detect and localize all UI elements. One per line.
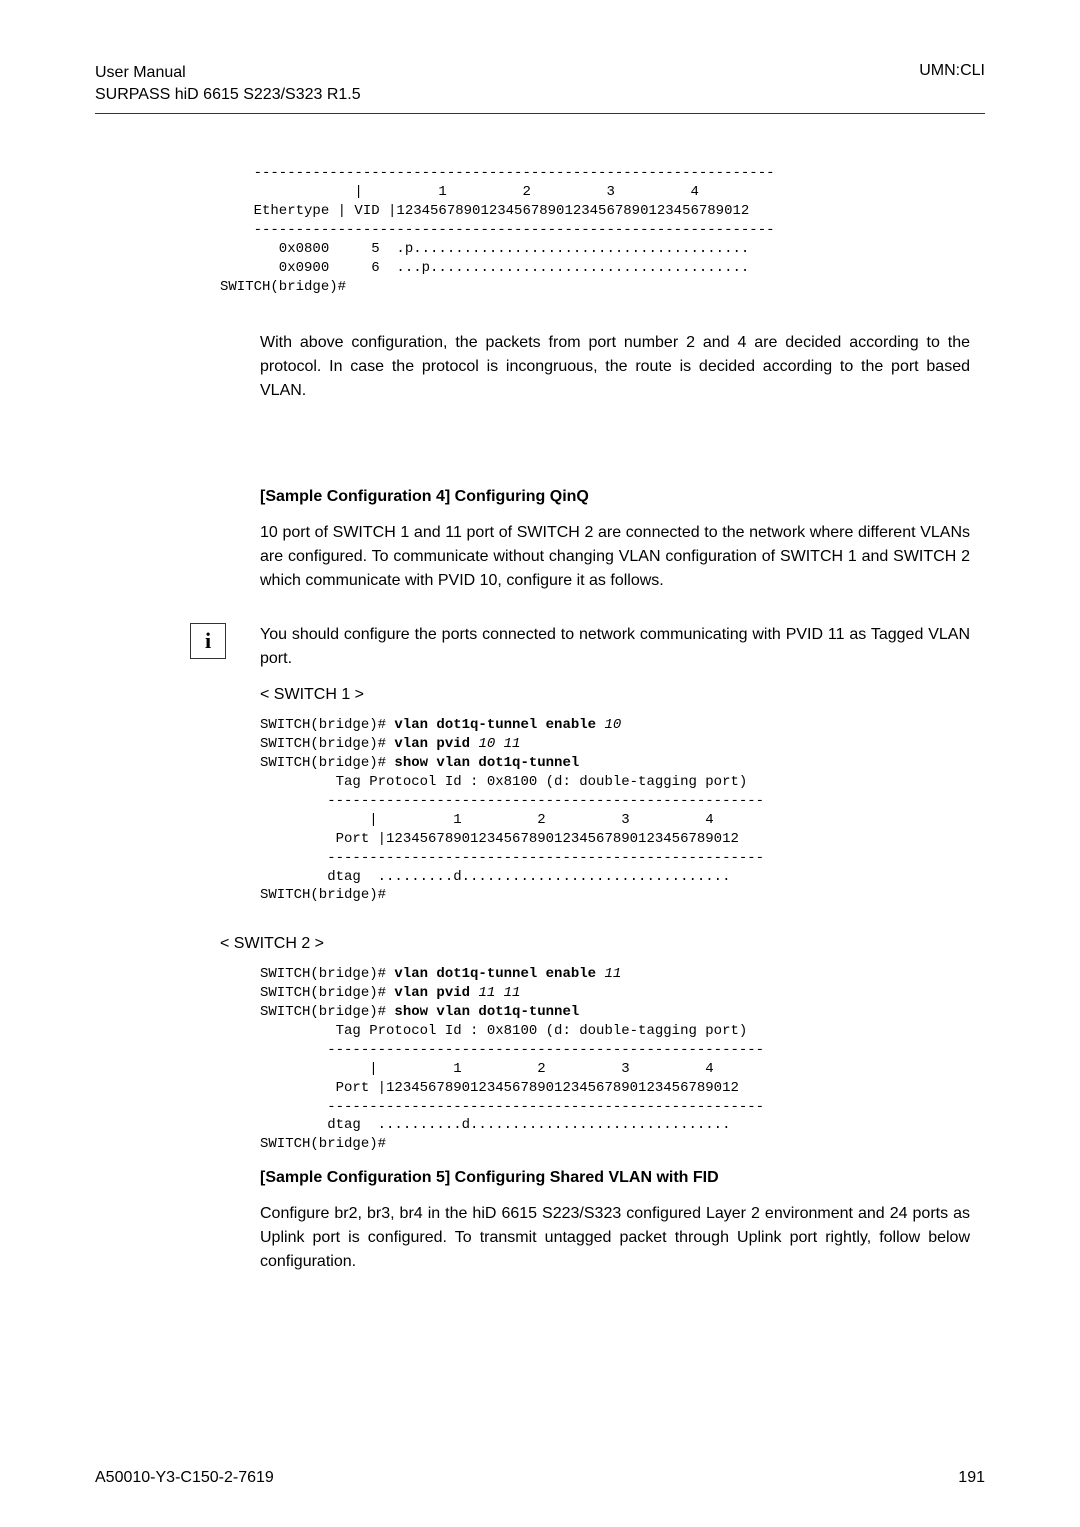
heading-sample-config-5: [Sample Configuration 5] Configuring Sha… [260, 1169, 985, 1187]
code-arg: 11 [596, 966, 621, 982]
code-arg: 10 [596, 717, 621, 733]
code-cmd: show vlan dot1q-tunnel [394, 1004, 579, 1020]
header-title-line2: SURPASS hiD 6615 S223/S323 R1.5 [95, 84, 361, 106]
page-header: User Manual SURPASS hiD 6615 S223/S323 R… [95, 62, 985, 114]
code-arg: 11 11 [470, 985, 520, 1001]
code-cmd: show vlan dot1q-tunnel [394, 755, 579, 771]
code-cmd: vlan pvid [394, 985, 470, 1001]
header-right: UMN:CLI [919, 62, 985, 105]
header-title-line1: User Manual [95, 62, 361, 84]
code-block-switch1: SWITCH(bridge)# vlan dot1q-tunnel enable… [260, 716, 985, 905]
info-row: i You should configure the ports connect… [95, 623, 985, 671]
switch1-label: < SWITCH 1 > [260, 686, 985, 704]
page-footer: A50010-Y3-C150-2-7619 191 [95, 1469, 985, 1487]
code-block-top: ----------------------------------------… [220, 164, 985, 296]
paragraph-1: With above configuration, the packets fr… [260, 331, 970, 403]
header-left: User Manual SURPASS hiD 6615 S223/S323 R… [95, 62, 361, 105]
paragraph-3: Configure br2, br3, br4 in the hiD 6615 … [260, 1202, 970, 1274]
code-cmd: vlan dot1q-tunnel enable [394, 966, 596, 982]
code-prompt: SWITCH(bridge)# [260, 755, 394, 771]
paragraph-2: 10 port of SWITCH 1 and 11 port of SWITC… [260, 521, 970, 593]
code-prompt: SWITCH(bridge)# [260, 966, 394, 982]
code-output: Tag Protocol Id : 0x8100 (d: double-tagg… [260, 774, 764, 903]
code-output: Tag Protocol Id : 0x8100 (d: double-tagg… [260, 1023, 764, 1152]
footer-left: A50010-Y3-C150-2-7619 [95, 1469, 274, 1487]
code-cmd: vlan pvid [394, 736, 470, 752]
code-cmd: vlan dot1q-tunnel enable [394, 717, 596, 733]
code-prompt: SWITCH(bridge)# [260, 736, 394, 752]
switch2-label: < SWITCH 2 > [220, 935, 985, 953]
info-icon: i [190, 623, 226, 659]
footer-right: 191 [958, 1469, 985, 1487]
info-text: You should configure the ports connected… [260, 623, 970, 671]
heading-sample-config-4: [Sample Configuration 4] Configuring Qin… [260, 488, 985, 506]
code-prompt: SWITCH(bridge)# [260, 717, 394, 733]
code-block-switch2: SWITCH(bridge)# vlan dot1q-tunnel enable… [260, 965, 985, 1154]
code-prompt: SWITCH(bridge)# [260, 1004, 394, 1020]
code-prompt: SWITCH(bridge)# [260, 985, 394, 1001]
code-arg: 10 11 [470, 736, 520, 752]
